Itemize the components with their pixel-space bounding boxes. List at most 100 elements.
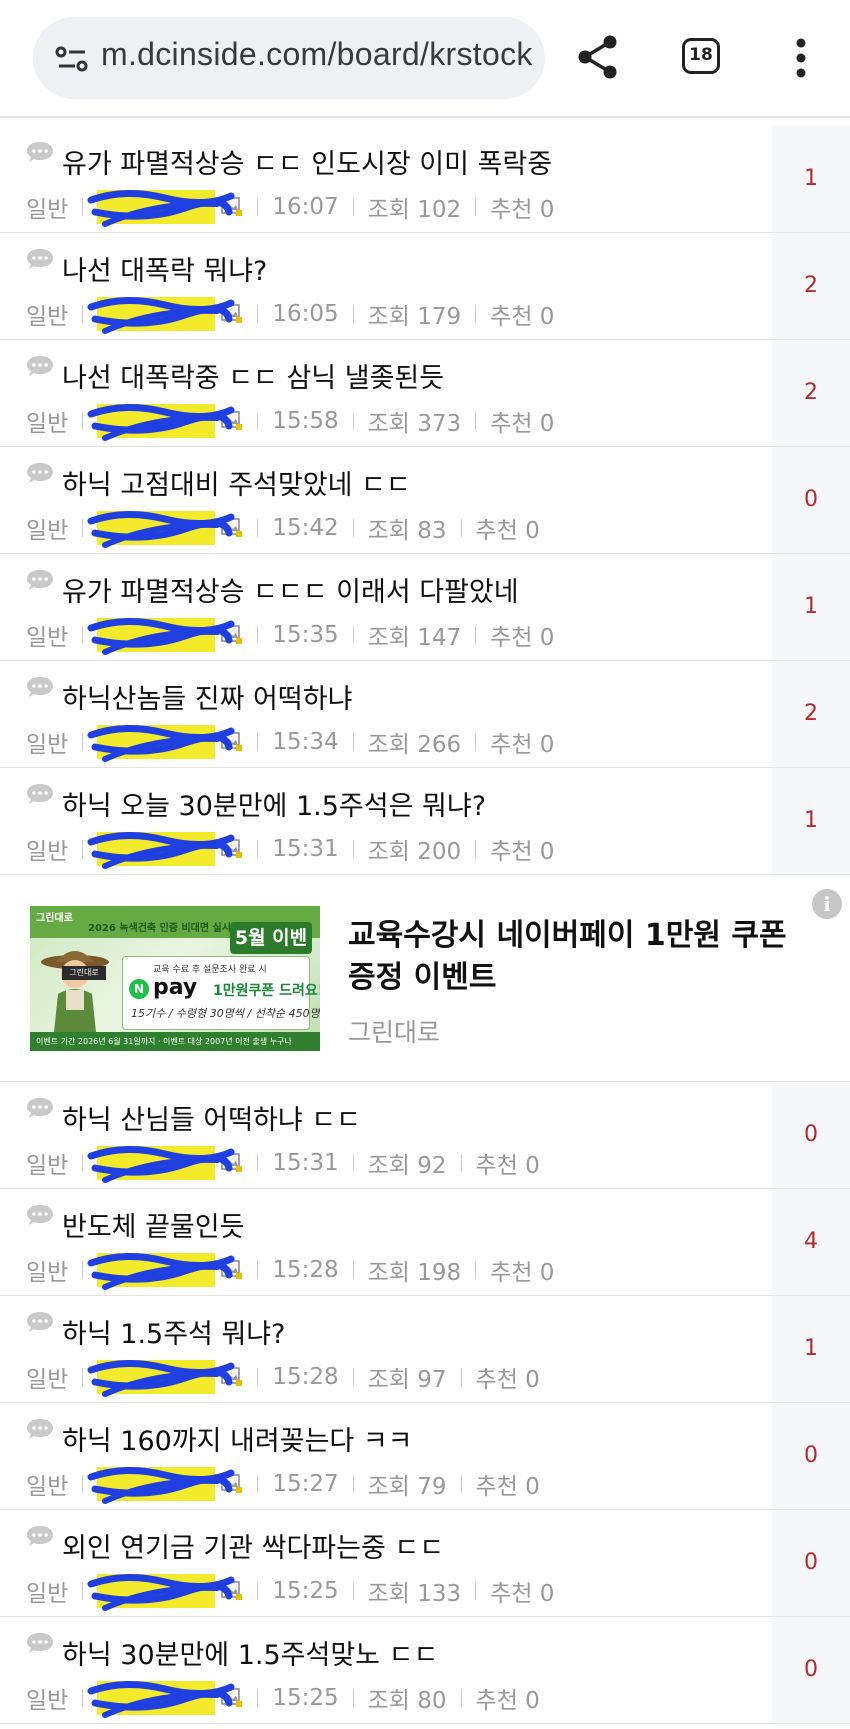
post-title[interactable]: 나선 대폭락중 ㄷㄷ 삼닉 낼좆된듯 <box>62 356 444 395</box>
post-category: 일반 <box>26 197 69 223</box>
comment-count[interactable]: 1 <box>772 1296 850 1402</box>
post-meta: 일반 15:25 조회 80 추천 0 <box>26 1680 540 1718</box>
meta-divider <box>475 626 477 644</box>
share-icon[interactable] <box>576 34 620 80</box>
meta-divider <box>82 305 84 323</box>
speech-bubble-icon <box>27 784 53 804</box>
comment-count[interactable]: 2 <box>772 661 850 767</box>
post-time: 16:07 <box>272 194 339 220</box>
ad-banner-image[interactable]: 그린대로 2026 녹색건축 인증 비대면 실시간 교육 5월 이벤트 그린대로… <box>30 906 320 1051</box>
ad-block[interactable]: 그린대로 2026 녹색건축 인증 비대면 실시간 교육 5월 이벤트 그린대로… <box>0 875 850 1082</box>
post-list: 유가 파멸적상승 ㄷㄷ 인도시장 이미 폭락중 일반 16:07 조회 102 추천 0… <box>0 126 850 1724</box>
meta-divider <box>475 733 477 751</box>
meta-divider <box>257 1689 259 1707</box>
comment-count[interactable]: 1 <box>772 554 850 660</box>
post-row[interactable]: 외인 연기금 기관 싹다파는중 ㄷㄷ 일반 15:25 조회 133 추천 0 0 <box>0 1510 850 1617</box>
post-row[interactable]: 하닉산놈들 진짜 어떡하냐 일반 15:34 조회 266 추천 0 2 <box>0 661 850 768</box>
meta-divider <box>352 412 354 430</box>
meta-divider <box>82 840 84 858</box>
meta-divider <box>460 1475 462 1493</box>
post-title[interactable]: 하닉 산님들 어떡하냐 ㄷㄷ <box>62 1098 361 1137</box>
meta-divider <box>257 626 259 644</box>
meta-divider <box>352 840 354 858</box>
post-row[interactable]: 나선 대폭락 뭐냐? 일반 16:05 조회 179 추천 0 2 <box>0 233 850 340</box>
post-views: 조회 147 <box>367 625 462 651</box>
post-row[interactable]: 유가 파멸적상승 ㄷㄷㄷ 이래서 다팔았네 일반 15:35 조회 147 추천 0 1 <box>0 554 850 661</box>
comment-count[interactable]: 1 <box>772 126 850 232</box>
tune-icon[interactable] <box>55 42 89 76</box>
meta-divider <box>352 198 354 216</box>
info-icon[interactable]: i <box>812 889 842 919</box>
scribble-redaction <box>87 296 235 334</box>
scribble-redaction <box>87 831 235 869</box>
post-title[interactable]: 유가 파멸적상승 ㄷㄷㄷ 이래서 다팔았네 <box>62 570 519 609</box>
post-recommend: 추천 0 <box>490 625 555 651</box>
post-row[interactable]: 하닉 고점대비 주석맞았네 ㄷㄷ 일반 15:42 조회 83 추천 0 0 <box>0 447 850 554</box>
comment-count[interactable]: 0 <box>772 1403 850 1509</box>
post-row[interactable]: 하닉 1.5주석 뭐냐? 일반 15:28 조회 97 추천 0 1 <box>0 1296 850 1403</box>
post-recommend: 추천 0 <box>475 1688 540 1714</box>
post-title[interactable]: 하닉 오늘 30분만에 1.5주석은 뭐냐? <box>62 784 486 823</box>
comment-count[interactable]: 0 <box>772 1510 850 1616</box>
scribble-redaction <box>87 403 235 441</box>
post-time: 15:28 <box>272 1364 339 1390</box>
speech-bubble-icon <box>27 1419 53 1439</box>
post-title[interactable]: 하닉산놈들 진짜 어떡하냐 <box>62 677 352 716</box>
comment-count[interactable]: 0 <box>772 1082 850 1188</box>
post-row[interactable]: 유가 파멸적상승 ㄷㄷ 인도시장 이미 폭락중 일반 16:07 조회 102 추천 0… <box>0 126 850 233</box>
meta-divider <box>257 1582 259 1600</box>
post-title[interactable]: 하닉 1.5주석 뭐냐? <box>62 1312 285 1351</box>
comment-count[interactable]: 4 <box>772 1189 850 1295</box>
post-category: 일반 <box>26 1153 69 1179</box>
post-meta: 일반 16:05 조회 179 추천 0 <box>26 296 554 334</box>
banner-bottom-band: 이벤트 기간 2026년 6월 31일까지 · 이벤트 대상 2007년 이전 … <box>30 1032 320 1051</box>
post-row[interactable]: 하닉 30분만에 1.5주석맞노 ㄷㄷ 일반 15:25 조회 80 추천 0 0 <box>0 1617 850 1724</box>
comment-count[interactable]: 2 <box>772 340 850 446</box>
post-title[interactable]: 유가 파멸적상승 ㄷㄷ 인도시장 이미 폭락중 <box>62 142 552 181</box>
speech-bubble-icon <box>27 1098 53 1118</box>
speech-bubble-icon <box>27 1633 53 1653</box>
comment-count[interactable]: 1 <box>772 768 850 874</box>
meta-divider <box>257 198 259 216</box>
author-nickname-redacted <box>87 510 235 548</box>
post-category: 일반 <box>26 1474 69 1500</box>
post-title[interactable]: 외인 연기금 기관 싹다파는중 ㄷㄷ <box>62 1526 444 1565</box>
scribble-redaction <box>87 1145 235 1183</box>
author-nickname-redacted <box>87 403 235 441</box>
author-nickname-redacted <box>87 1573 235 1611</box>
post-title[interactable]: 나선 대폭락 뭐냐? <box>62 249 267 288</box>
post-row[interactable]: 하닉 160까지 내려꽂는다 ㅋㅋ 일반 15:27 조회 79 추천 0 0 <box>0 1403 850 1510</box>
npay-coupon-box: 교육 수료 후 설문조사 완료 시 N pay 1만원쿠폰 드려요! 15기수 … <box>122 956 320 1030</box>
meta-divider <box>352 1689 354 1707</box>
comment-count[interactable]: 0 <box>772 1617 850 1723</box>
url-text[interactable]: m.dcinside.com/board/krstock <box>101 36 533 73</box>
meta-divider <box>257 1261 259 1279</box>
post-time: 15:31 <box>272 1150 339 1176</box>
comment-count[interactable]: 2 <box>772 233 850 339</box>
post-category: 일반 <box>26 1260 69 1286</box>
meta-divider <box>352 1582 354 1600</box>
meta-divider <box>352 1368 354 1386</box>
meta-divider <box>352 305 354 323</box>
post-views: 조회 79 <box>367 1474 447 1500</box>
meta-divider <box>82 1368 84 1386</box>
post-row[interactable]: 나선 대폭락중 ㄷㄷ 삼닉 낼좆된듯 일반 15:58 조회 373 추천 0 2 <box>0 340 850 447</box>
address-bar[interactable]: m.dcinside.com/board/krstock <box>33 17 545 99</box>
ad-headline[interactable]: 교육수강시 네이버페이 1만원 쿠폰 증정 이벤트 <box>348 915 788 999</box>
post-row[interactable]: 반도체 끝물인듯일반 15:28 조회 198 추천 0 4 <box>0 1189 850 1296</box>
post-row[interactable]: 하닉 오늘 30분만에 1.5주석은 뭐냐? 일반 15:31 조회 200 추천 0 1 <box>0 768 850 875</box>
scribble-redaction <box>87 510 235 548</box>
more-vert-icon[interactable] <box>795 38 807 78</box>
post-meta: 일반 15:28 조회 198 추천 0 <box>26 1252 554 1290</box>
post-title[interactable]: 하닉 30분만에 1.5주석맞노 ㄷㄷ <box>62 1633 438 1672</box>
scribble-redaction <box>87 617 235 655</box>
post-views: 조회 373 <box>367 411 462 437</box>
post-title[interactable]: 하닉 고점대비 주석맞았네 ㄷㄷ <box>62 463 411 502</box>
post-meta: 일반 15:31 조회 92 추천 0 <box>26 1145 540 1183</box>
comment-count[interactable]: 0 <box>772 447 850 553</box>
post-title[interactable]: 하닉 160까지 내려꽂는다 ㅋㅋ <box>62 1419 413 1458</box>
tabs-icon[interactable]: 18 <box>682 38 720 74</box>
meta-divider <box>475 305 477 323</box>
post-row[interactable]: 하닉 산님들 어떡하냐 ㄷㄷ 일반 15:31 조회 92 추천 0 0 <box>0 1082 850 1189</box>
post-title[interactable]: 반도체 끝물인듯 <box>62 1205 244 1244</box>
